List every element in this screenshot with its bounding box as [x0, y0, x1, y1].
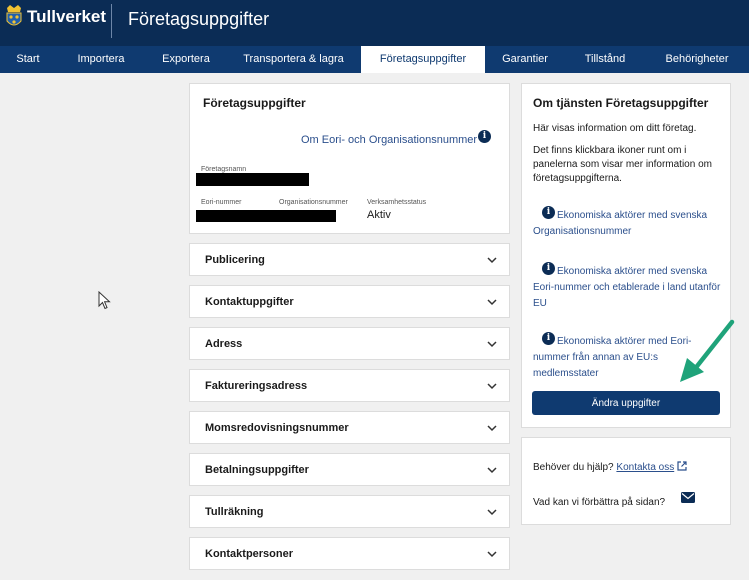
accordion-momsredovisningsnummer[interactable]: Momsredovisningsnummer: [189, 411, 510, 444]
eori-org-redacted: [196, 210, 336, 222]
main-nav: Start Importera Exportera Transportera &…: [0, 46, 749, 73]
company-name-label: Företagsnamn: [201, 166, 247, 173]
nav-item-garantier[interactable]: Garantier: [485, 46, 565, 73]
edit-details-button[interactable]: Ändra uppgifter: [532, 391, 720, 415]
accordion-label: Kontaktuppgifter: [205, 296, 294, 308]
company-card-title: Företagsuppgifter: [203, 96, 306, 110]
nav-item-tillstand[interactable]: Tillstånd: [565, 46, 645, 73]
accordion-adress[interactable]: Adress: [189, 327, 510, 360]
chevron-down-icon: [487, 257, 497, 264]
business-status-value: Aktiv: [367, 209, 391, 221]
chevron-down-icon: [487, 425, 497, 432]
chevron-down-icon: [487, 341, 497, 348]
accordion-label: Adress: [205, 338, 243, 350]
chevron-down-icon: [487, 509, 497, 516]
accordion-label: Momsredovisningsnummer: [205, 422, 349, 434]
nav-item-exportera[interactable]: Exportera: [146, 46, 226, 73]
eori-info-link[interactable]: Om Eori- och Organisationsnummer: [301, 134, 477, 146]
about-card-title: Om tjänsten Företagsuppgifter: [533, 96, 709, 110]
accordion-betalningsuppgifter[interactable]: Betalningsuppgifter: [189, 453, 510, 486]
nav-item-foretagsuppgifter[interactable]: Företagsuppgifter: [361, 46, 485, 73]
about-intro-text: Här visas information om ditt företag.: [533, 123, 697, 134]
contact-us-link[interactable]: Kontakta oss: [616, 462, 674, 473]
accordion-publicering[interactable]: Publicering: [189, 243, 510, 276]
chevron-down-icon: [487, 551, 497, 558]
tullverket-logo[interactable]: Tullverket: [4, 4, 106, 30]
app-title: Företagsuppgifter: [128, 9, 270, 29]
accordion-tullrakning[interactable]: Tullräkning: [189, 495, 510, 528]
crown-crest-icon: [6, 5, 22, 26]
accordion-label: Kontaktpersoner: [205, 548, 294, 560]
help-question: Behöver du hjälp? Kontakta oss: [533, 461, 687, 473]
help-question-text: Behöver du hjälp?: [533, 462, 614, 473]
company-info-card: Företagsuppgifter Om Eori- och Organisat…: [189, 83, 510, 234]
business-status-label: Verksamhetsstatus: [367, 199, 427, 206]
annotation-arrow-icon: [680, 319, 735, 382]
help-card: Behöver du hjälp? Kontakta oss Vad kan v…: [521, 437, 731, 525]
about-icons-text: Det finns klickbara ikoner runt om i pan…: [533, 145, 712, 184]
chevron-down-icon: [487, 467, 497, 474]
link-label: Ekonomiska aktörer med svenska Eori-numm…: [533, 266, 721, 309]
accordion-label: Publicering: [205, 254, 265, 266]
nav-item-start[interactable]: Start: [0, 46, 56, 73]
feedback-question: Vad kan vi förbättra på sidan?: [533, 497, 666, 508]
accordion-label: Tullräkning: [205, 506, 264, 518]
mail-icon[interactable]: [681, 492, 695, 503]
link-label: Ekonomiska aktörer med svenska Organisat…: [533, 210, 708, 237]
header-divider: [111, 4, 112, 38]
info-icon[interactable]: i: [478, 130, 491, 143]
accordion-label: Faktureringsadress: [205, 380, 308, 392]
site-header: Tullverket Företagsuppgifter: [0, 0, 749, 46]
logo-text: Tullverket: [27, 7, 107, 26]
accordion-kontaktuppgifter[interactable]: Kontaktuppgifter: [189, 285, 510, 318]
nav-item-importera[interactable]: Importera: [56, 46, 146, 73]
link-swedish-org-number[interactable]: Ekonomiska aktörer med svenska Organisat…: [533, 208, 723, 240]
company-name-redacted: [196, 173, 309, 186]
accordion-faktureringsadress[interactable]: Faktureringsadress: [189, 369, 510, 402]
chevron-down-icon: [487, 383, 497, 390]
nav-item-transportera[interactable]: Transportera & lagra: [226, 46, 361, 73]
accordion-kontaktpersoner[interactable]: Kontaktpersoner: [189, 537, 510, 570]
link-swedish-eori-outside-eu[interactable]: Ekonomiska aktörer med svenska Eori-numm…: [533, 264, 723, 312]
link-label: Ekonomiska aktörer med Eori-nummer från …: [533, 336, 692, 379]
chevron-down-icon: [487, 299, 497, 306]
nav-item-behorigheter[interactable]: Behörigheter: [645, 46, 749, 73]
eori-number-label: Eori-nummer: [201, 199, 242, 206]
accordion-label: Betalningsuppgifter: [205, 464, 309, 476]
org-number-label: Organisationsnummer: [279, 199, 348, 206]
mouse-pointer-icon: [98, 291, 111, 310]
external-link-icon[interactable]: [677, 461, 687, 471]
